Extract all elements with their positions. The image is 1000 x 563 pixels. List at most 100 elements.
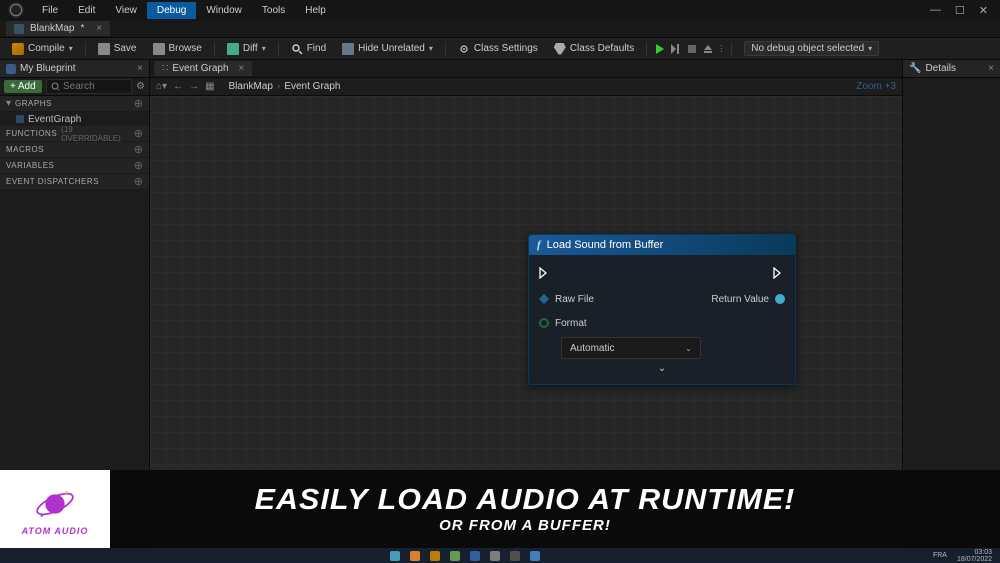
exec-in-pin[interactable] — [539, 267, 551, 279]
my-blueprint-tab[interactable]: My Blueprint × — [0, 60, 149, 78]
chevron-down-icon: ▾ — [69, 44, 73, 53]
taskbar-icon[interactable] — [510, 551, 520, 561]
taskbar-icon[interactable] — [470, 551, 480, 561]
pin-label: Format — [555, 318, 587, 329]
menu-window[interactable]: Window — [196, 2, 252, 19]
class-defaults-button[interactable]: Class Defaults — [548, 41, 640, 57]
windows-taskbar: FRA 03:03 18/07/2022 — [0, 548, 1000, 563]
nav-graph-icon[interactable]: ▦ — [205, 81, 214, 92]
object-pin-icon — [775, 294, 785, 304]
node-expand-icon[interactable]: ⌄ — [539, 359, 785, 380]
search-box[interactable] — [46, 79, 132, 94]
browse-button[interactable]: Browse — [147, 41, 208, 57]
menu-file[interactable]: File — [32, 2, 68, 19]
taskbar-icon[interactable] — [450, 551, 460, 561]
taskbar-date: 18/07/2022 — [957, 556, 992, 563]
menu-tools[interactable]: Tools — [252, 2, 295, 19]
nav-fwd-icon[interactable]: → — [189, 81, 199, 92]
banner-subline: Or from a buffer! — [110, 517, 940, 534]
category-label: Functions — [6, 129, 57, 138]
zoom-indicator: Zoom +3 — [856, 81, 896, 92]
save-button[interactable]: Save — [92, 41, 143, 57]
add-button[interactable]: + Add — [4, 80, 42, 93]
my-blueprint-topbar: + Add ⚙ — [0, 78, 149, 96]
banner-text: Easily load audio at runtime! Or from a … — [110, 484, 1000, 534]
menu-debug[interactable]: Debug — [147, 2, 196, 19]
panel-close-icon[interactable]: × — [137, 63, 143, 74]
breadcrumb-sep: › — [277, 81, 280, 92]
category-variables[interactable]: Variables ⊕ — [0, 158, 149, 174]
menu-edit[interactable]: Edit — [68, 2, 105, 19]
exec-pin-icon — [773, 267, 785, 279]
node-header[interactable]: f Load Sound from Buffer — [529, 235, 795, 255]
category-add-icon[interactable]: ⊕ — [134, 97, 143, 110]
document-tab[interactable]: BlankMap* × — [6, 21, 110, 36]
category-add-icon[interactable]: ⊕ — [134, 127, 143, 140]
category-macros[interactable]: Macros ⊕ — [0, 142, 149, 158]
class-settings-button[interactable]: Class Settings — [452, 41, 544, 57]
node-body: Raw File Return Value Format — [529, 255, 795, 384]
category-meta: (19 OVERRIDABLE) — [61, 125, 134, 143]
exec-out-pin[interactable] — [773, 267, 785, 279]
play-chevron-icon[interactable]: ⋮ — [717, 44, 725, 53]
hide-unrelated-button[interactable]: Hide Unrelated ▾ — [336, 41, 439, 57]
breadcrumb-root[interactable]: BlankMap — [229, 81, 273, 92]
graph-tab-close-icon[interactable]: × — [239, 63, 245, 74]
class-defaults-label: Class Defaults — [570, 43, 634, 54]
category-add-icon[interactable]: ⊕ — [134, 175, 143, 188]
play-button[interactable] — [653, 42, 667, 56]
debug-object-selector[interactable]: No debug object selected ▾ — [744, 41, 879, 56]
category-functions[interactable]: Functions (19 OVERRIDABLE) ⊕ — [0, 126, 149, 142]
unreal-logo-icon — [8, 2, 24, 18]
category-add-icon[interactable]: ⊕ — [134, 143, 143, 156]
stop-button[interactable] — [685, 42, 699, 56]
nav-home-icon[interactable]: ⌂▾ — [156, 81, 167, 92]
category-label: Variables — [6, 161, 54, 170]
plus-icon: + — [10, 81, 16, 92]
menu-help[interactable]: Help — [295, 2, 336, 19]
raw-file-pin[interactable]: Raw File — [539, 294, 594, 305]
taskbar-icon[interactable] — [390, 551, 400, 561]
chevron-down-icon: ⌄ — [685, 344, 692, 353]
graph-tab-eventgraph[interactable]: ∷ Event Graph × — [154, 61, 252, 76]
category-graphs[interactable]: ▾ Graphs ⊕ — [0, 96, 149, 112]
menu-view[interactable]: View — [105, 2, 147, 19]
taskbar-clock[interactable]: 03:03 18/07/2022 — [957, 549, 992, 563]
wrench-icon: 🔧 — [909, 63, 921, 74]
minimize-button[interactable]: — — [930, 4, 941, 17]
dirty-indicator: * — [80, 23, 84, 34]
details-tab[interactable]: 🔧 Details × — [903, 60, 1000, 78]
close-button[interactable]: ✕ — [979, 4, 988, 17]
diff-button[interactable]: Diff ▾ — [221, 41, 272, 57]
menu-bar: File Edit View Debug Window Tools Help —… — [0, 0, 1000, 20]
taskbar-icon[interactable] — [490, 551, 500, 561]
breadcrumb-current[interactable]: Event Graph — [284, 81, 340, 92]
return-value-pin[interactable]: Return Value — [711, 294, 785, 305]
search-icon — [51, 82, 59, 92]
nav-back-icon[interactable]: ← — [173, 81, 183, 92]
node-load-sound-from-buffer[interactable]: f Load Sound from Buffer — [528, 234, 796, 385]
category-event-dispatchers[interactable]: Event Dispatchers ⊕ — [0, 174, 149, 190]
gear-icon — [458, 43, 470, 55]
settings-gear-icon[interactable]: ⚙ — [136, 81, 145, 92]
document-tab-close-icon[interactable]: × — [96, 23, 102, 34]
search-input[interactable] — [63, 81, 127, 92]
taskbar-icon[interactable] — [430, 551, 440, 561]
find-button[interactable]: Find — [285, 41, 332, 57]
compile-button[interactable]: Compile ▾ — [6, 41, 79, 57]
panel-close-icon[interactable]: × — [988, 63, 994, 74]
taskbar-icon[interactable] — [410, 551, 420, 561]
category-add-icon[interactable]: ⊕ — [134, 159, 143, 172]
graph-tab-label: Event Graph — [172, 63, 228, 74]
format-dropdown[interactable]: Automatic ⌄ — [561, 337, 701, 359]
compile-icon — [12, 43, 24, 55]
skip-button[interactable] — [669, 42, 683, 56]
taskbar-lang[interactable]: FRA — [933, 552, 947, 559]
play-controls: ⋮ — [653, 42, 725, 56]
maximize-button[interactable]: ☐ — [955, 4, 965, 17]
my-blueprint-title: My Blueprint — [20, 63, 76, 74]
format-pin[interactable]: Format — [539, 318, 587, 329]
eject-button[interactable] — [701, 42, 715, 56]
graph-icon — [16, 115, 24, 123]
taskbar-icon[interactable] — [530, 551, 540, 561]
